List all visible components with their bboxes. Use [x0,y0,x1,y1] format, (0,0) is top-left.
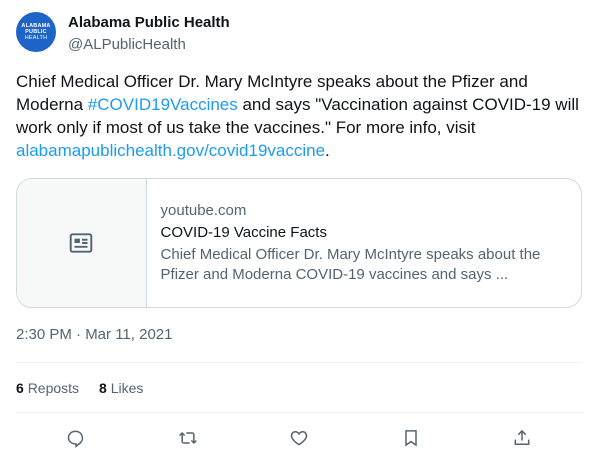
likes-label: Likes [110,380,144,396]
reply-button[interactable] [64,426,88,450]
hashtag-link[interactable]: #COVID19Vaccines [88,95,238,114]
tweet-header: ALABAMA PUBLIC HEALTH Alabama Public Hea… [16,12,582,56]
article-icon [69,233,93,253]
bookmark-icon [404,430,417,447]
divider [16,362,582,363]
reposts-count: 6 [16,380,24,396]
reposts-label: Reposts [27,380,80,396]
divider [16,412,582,413]
repost-icon [178,431,197,445]
likes-stat[interactable]: 8 Likes [99,380,143,396]
engagement-stats: 6 Reposts 8 Likes [16,380,143,396]
url-link[interactable]: alabamapublichealth.gov/covid19vaccine [16,141,325,160]
like-icon [290,430,308,446]
tweet-text: Chief Medical Officer Dr. Mary McIntyre … [16,70,582,162]
account-name[interactable]: Alabama Public Health [68,14,230,31]
like-button[interactable] [287,426,311,450]
card-title: COVID-19 Vaccine Facts [160,224,327,241]
tweet-actions [16,420,582,456]
avatar-line-3: HEALTH [24,35,48,41]
card-description: Chief Medical Officer Dr. Mary McIntyre … [160,246,541,283]
card-domain: youtube.com [160,202,247,219]
share-button[interactable] [510,426,534,450]
reply-icon [67,430,84,448]
share-icon [514,429,530,445]
bookmark-button[interactable] [399,426,423,450]
link-preview-card[interactable]: youtube.com COVID-19 Vaccine Facts Chief… [16,178,582,308]
avatar[interactable]: ALABAMA PUBLIC HEALTH [16,12,56,52]
reposts-stat[interactable]: 6 Reposts [16,380,79,396]
likes-count: 8 [99,380,107,396]
card-body: youtube.com COVID-19 Vaccine Facts Chief… [147,179,581,307]
repost-button[interactable] [176,426,200,450]
account-handle[interactable]: @ALPublicHealth [68,36,186,53]
tweet-timestamp[interactable]: 2:30 PM · Mar 11, 2021 [16,326,172,343]
tweet-text-part-3: . [325,141,330,160]
card-thumbnail [17,179,147,307]
